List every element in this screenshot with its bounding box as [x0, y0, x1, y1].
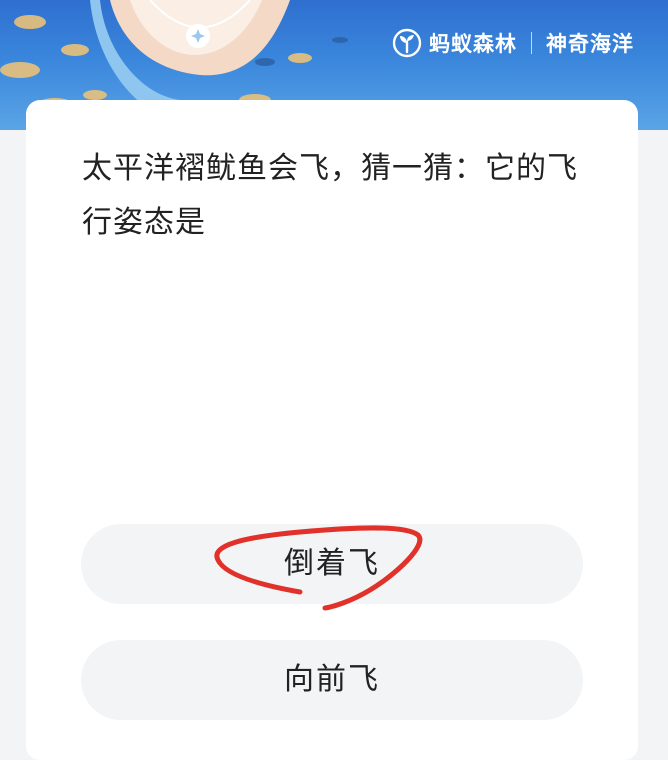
divider: [531, 32, 532, 54]
leaf-sprout-icon: [392, 28, 422, 58]
page-subtitle: 神奇海洋: [546, 32, 634, 56]
answer-option-1[interactable]: 倒着飞: [81, 524, 583, 604]
quiz-question: 太平洋褶鱿鱼会飞，猜一猜：它的飞行姿态是: [82, 151, 578, 240]
answer-option-2[interactable]: 向前飞: [81, 640, 583, 720]
brand-name: 蚂蚁森林: [429, 32, 517, 56]
brand-bar: 蚂蚁森林 神奇海洋: [391, 26, 634, 60]
quiz-card: 太平洋褶鱿鱼会飞，猜一猜：它的飞行姿态是 倒着飞 向前飞: [26, 100, 638, 760]
